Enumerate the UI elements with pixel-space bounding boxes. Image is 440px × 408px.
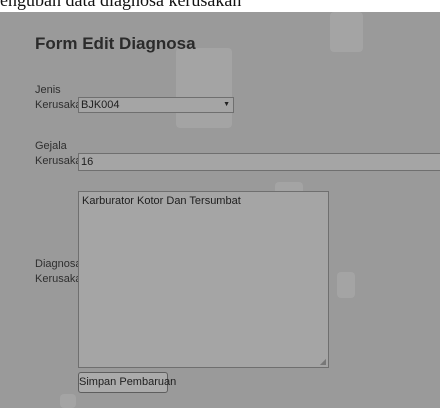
- gejala-kerusakan-input[interactable]: 16: [78, 153, 440, 171]
- label-line: Gejala: [35, 140, 67, 152]
- selected-value: BJK004: [81, 99, 120, 111]
- form-title: Form Edit Diagnosa: [35, 34, 196, 53]
- chevron-down-icon: ▼: [223, 101, 230, 108]
- background-decoration: [330, 12, 363, 52]
- resize-grip-icon[interactable]: ◢: [320, 358, 326, 366]
- background-decoration: [337, 272, 355, 298]
- textarea-value: Karburator Kotor Dan Tersumbat: [82, 195, 241, 207]
- jenis-kerusakan-select[interactable]: BJK004 ▼: [78, 97, 234, 113]
- label-line: Jenis: [35, 84, 61, 96]
- background-decoration: [60, 394, 76, 408]
- diagnosa-kerusakan-textarea[interactable]: Karburator Kotor Dan Tersumbat ◢: [78, 191, 329, 368]
- form-panel: Form Edit Diagnosa Jenis Kerusakan BJK00…: [0, 12, 440, 408]
- page-caption: engubah data diagnosa kerusakan: [0, 0, 242, 10]
- simpan-pembaruan-button[interactable]: Simpan Pembaruan: [78, 372, 176, 393]
- background-decoration: [176, 48, 232, 128]
